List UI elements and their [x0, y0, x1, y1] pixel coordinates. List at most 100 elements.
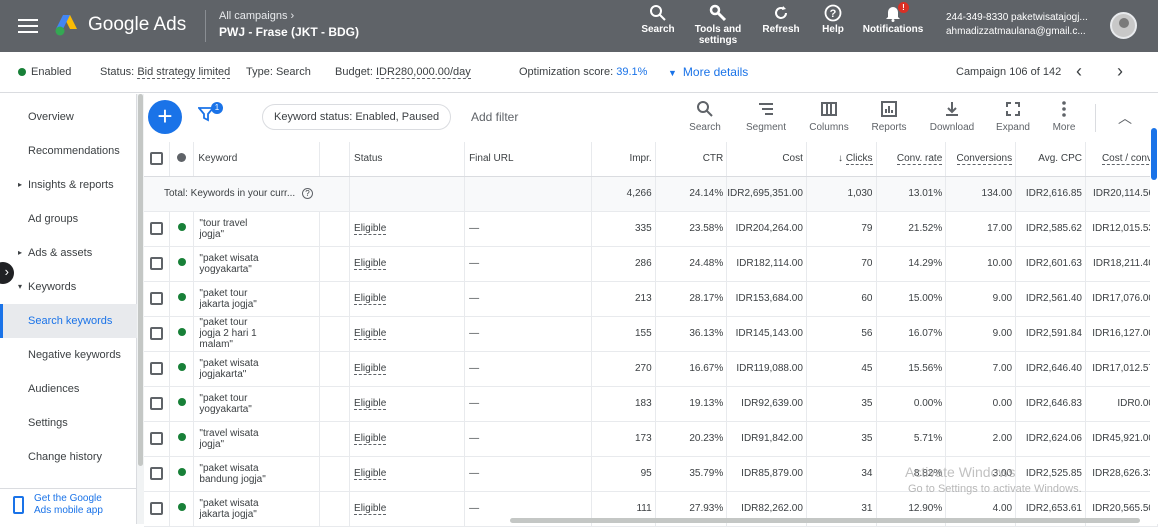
- help-icon[interactable]: ?: [301, 188, 313, 199]
- table-row[interactable]: "paket wisata yogyakarta" Eligible —286 24.4…: [144, 246, 1158, 282]
- row-checkbox-cell[interactable]: [144, 316, 171, 352]
- chevron-up-icon[interactable]: ︿: [1118, 108, 1132, 128]
- sidebar-item-audiences[interactable]: Audiences: [0, 372, 137, 406]
- next-campaign-icon[interactable]: ›: [1117, 61, 1123, 82]
- add-filter-button[interactable]: Add filter: [471, 110, 518, 124]
- keyword-cell[interactable]: "paket wisata jakarta jogja": [193, 491, 321, 527]
- column-header-cost-conv[interactable]: Cost / conv.: [1085, 142, 1158, 177]
- sidebar-scrollbar[interactable]: [137, 94, 144, 524]
- budget-value[interactable]: IDR280,000.00/day: [375, 66, 471, 79]
- select-all-checkbox[interactable]: [144, 142, 171, 177]
- checkbox[interactable]: [150, 467, 164, 480]
- breadcrumb-current[interactable]: PWJ - Frase (JKT - BDG): [219, 25, 359, 39]
- tools-and-settings-button[interactable]: Tools and settings: [690, 4, 746, 46]
- checkbox[interactable]: [150, 152, 164, 166]
- keyword-cell[interactable]: "paket wisata jogjakarta": [193, 351, 321, 387]
- checkbox[interactable]: [150, 257, 164, 270]
- row-checkbox-cell[interactable]: [144, 491, 171, 527]
- column-header-impr[interactable]: Impr.: [591, 142, 656, 177]
- refresh-button[interactable]: Refresh: [760, 4, 802, 35]
- sidebar-item-ads-assets[interactable]: ▸ Ads & assets: [0, 236, 137, 270]
- brand-name[interactable]: Google Ads: [88, 14, 186, 36]
- checkbox[interactable]: [150, 397, 164, 410]
- checkbox[interactable]: [150, 222, 164, 235]
- checkbox[interactable]: [150, 502, 164, 515]
- row-checkbox-cell[interactable]: [144, 246, 171, 282]
- table-search-button[interactable]: Search: [685, 100, 725, 133]
- column-header-cost[interactable]: Cost: [726, 142, 807, 177]
- breadcrumb-parent-label[interactable]: All campaigns: [219, 10, 287, 22]
- page-scroll-thumb[interactable]: [1151, 128, 1157, 180]
- mobile-app-link[interactable]: Get the Google Ads mobile app: [0, 488, 137, 524]
- filter-chip[interactable]: Keyword status: Enabled, Paused: [262, 104, 452, 130]
- sidebar-item-change-history[interactable]: Change history: [0, 440, 137, 474]
- sidebar-item-insights[interactable]: ▸ Insights & reports: [0, 168, 137, 202]
- breadcrumb-parent[interactable]: All campaigns ›: [219, 10, 294, 22]
- table-row[interactable]: "paket tour jogja 2 hari 1 malam" Eligible —…: [144, 316, 1158, 352]
- row-checkbox-cell[interactable]: [144, 456, 171, 492]
- table-row[interactable]: "travel wisata jogja" Eligible —173 20.23% ID…: [144, 421, 1158, 457]
- help-button[interactable]: ? Help: [816, 4, 850, 35]
- menu-icon[interactable]: [18, 15, 38, 37]
- notifications-button[interactable]: Notifications !: [860, 2, 926, 35]
- horizontal-scrollbar[interactable]: [510, 518, 1140, 523]
- expand-button[interactable]: Expand: [993, 100, 1033, 133]
- keyword-cell[interactable]: "paket tour yogyakarta": [193, 386, 321, 422]
- add-keyword-button[interactable]: +: [148, 100, 182, 134]
- more-details-button[interactable]: ▼ More details: [668, 65, 748, 79]
- sidebar-item-settings[interactable]: Settings: [0, 406, 137, 440]
- row-checkbox-cell[interactable]: [144, 386, 171, 422]
- table-row[interactable]: "tour travel jogja" Eligible —335 23.58% IDR2…: [144, 211, 1158, 247]
- keyword-cell[interactable]: "paket wisata bandung jogja": [193, 456, 321, 492]
- column-header-status[interactable]: Status: [349, 142, 466, 177]
- eligible-status[interactable]: Eligible: [354, 328, 387, 340]
- column-header-final-url[interactable]: Final URL: [464, 142, 593, 177]
- prev-campaign-icon[interactable]: ‹: [1076, 61, 1082, 82]
- eligible-status[interactable]: Eligible: [354, 363, 387, 375]
- column-header-ctr[interactable]: CTR: [655, 142, 728, 177]
- keyword-cell[interactable]: "tour travel jogja": [193, 211, 321, 247]
- eligible-status[interactable]: Eligible: [354, 223, 387, 235]
- eligible-status[interactable]: Eligible: [354, 293, 387, 305]
- row-checkbox-cell[interactable]: [144, 351, 171, 387]
- row-checkbox-cell[interactable]: [144, 211, 171, 247]
- keyword-cell[interactable]: "travel wisata jogja": [193, 421, 321, 457]
- account-info[interactable]: 244-349-8330 paketwisatajogj... ahmadizz…: [946, 11, 1088, 39]
- segment-button[interactable]: Segment: [742, 100, 790, 133]
- sidebar-item-search-keywords[interactable]: Search keywords: [0, 304, 137, 338]
- checkbox[interactable]: [150, 432, 164, 445]
- checkbox[interactable]: [150, 292, 164, 305]
- eligible-status[interactable]: Eligible: [354, 433, 387, 445]
- sidebar-item-overview[interactable]: Overview: [0, 100, 137, 134]
- sidebar-item-recommendations[interactable]: Recommendations: [0, 134, 137, 168]
- page-scrollbar[interactable]: [1150, 94, 1158, 524]
- column-header-clicks[interactable]: ↓ Clicks: [806, 142, 877, 177]
- table-row[interactable]: "paket wisata jogjakarta" Eligible —270 16.6…: [144, 351, 1158, 387]
- eligible-status[interactable]: Eligible: [354, 398, 387, 410]
- columns-button[interactable]: Columns: [806, 100, 852, 133]
- row-checkbox-cell[interactable]: [144, 281, 171, 317]
- download-button[interactable]: Download: [926, 100, 978, 133]
- eligible-status[interactable]: Eligible: [354, 503, 387, 515]
- checkbox[interactable]: [150, 362, 164, 375]
- sidebar-scroll-thumb[interactable]: [138, 94, 143, 466]
- column-header-avg-cpc[interactable]: Avg. CPC: [1015, 142, 1086, 177]
- table-row[interactable]: "paket tour jakarta jogja" Eligible —213 28.…: [144, 281, 1158, 317]
- table-row[interactable]: "paket tour yogyakarta" Eligible —183 19.13%…: [144, 386, 1158, 422]
- sidebar-item-ad-groups[interactable]: Ad groups: [0, 202, 137, 236]
- sidebar-item-keywords[interactable]: ▾ Keywords: [0, 270, 137, 304]
- eligible-status[interactable]: Eligible: [354, 258, 387, 270]
- checkbox[interactable]: [150, 327, 164, 340]
- avatar[interactable]: [1110, 12, 1137, 39]
- opt-value[interactable]: 39.1%: [616, 66, 647, 78]
- sidebar-item-negative-keywords[interactable]: Negative keywords: [0, 338, 137, 372]
- topbar-search-button[interactable]: Search: [638, 4, 678, 35]
- column-header-conversions[interactable]: Conversions: [945, 142, 1017, 177]
- keyword-cell[interactable]: "paket tour jakarta jogja": [193, 281, 321, 317]
- more-button[interactable]: More: [1048, 100, 1080, 133]
- status-value[interactable]: Bid strategy limited: [137, 66, 231, 79]
- row-checkbox-cell[interactable]: [144, 421, 171, 457]
- column-header-conv-rate[interactable]: Conv. rate: [876, 142, 947, 177]
- keyword-cell[interactable]: "paket wisata yogyakarta": [193, 246, 321, 282]
- enabled-status[interactable]: Enabled: [18, 66, 71, 78]
